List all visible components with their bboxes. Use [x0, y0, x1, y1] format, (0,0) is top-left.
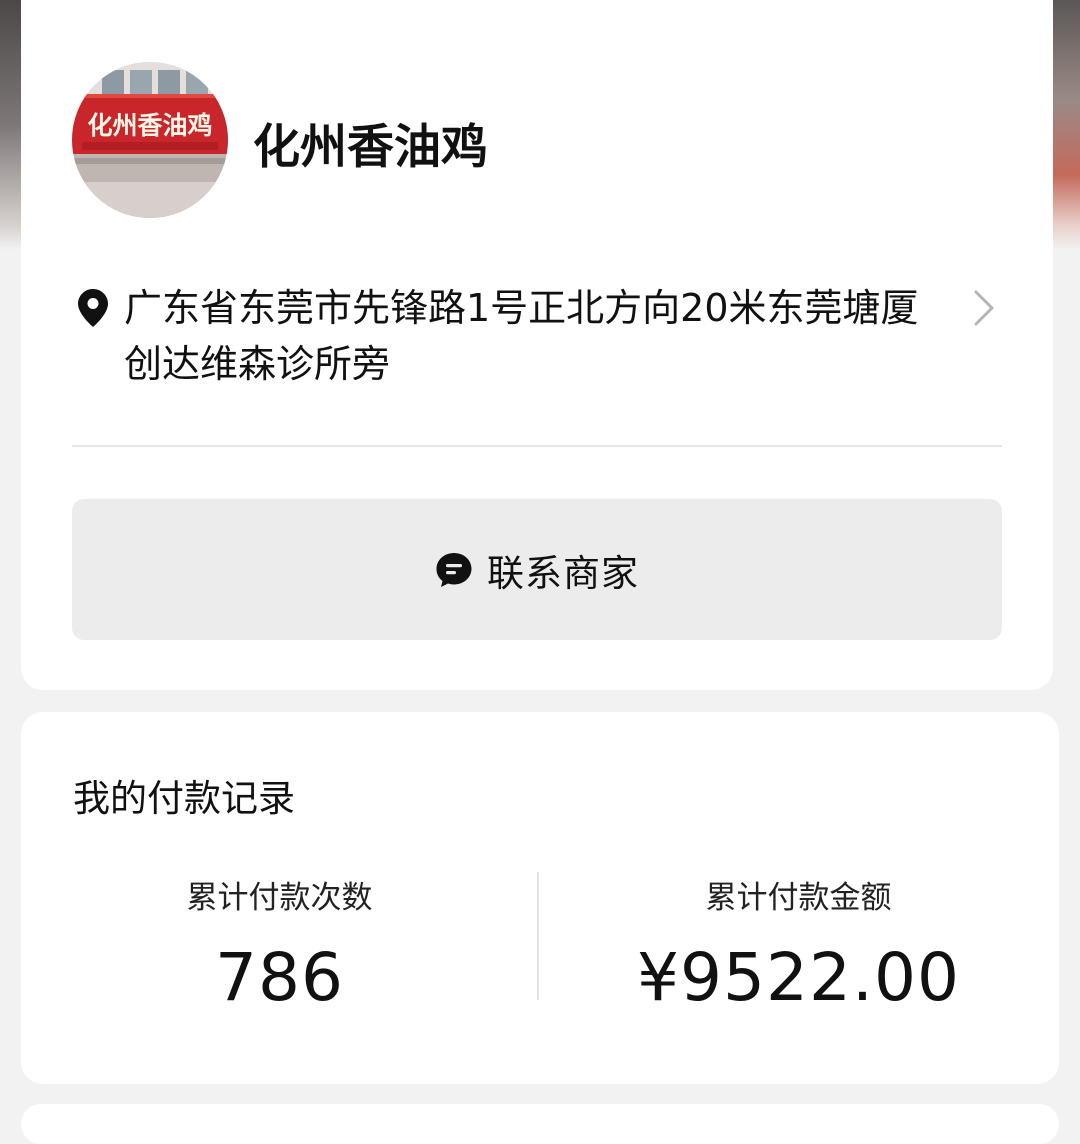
payment-amount-stat: 累计付款金额 ¥9522.00: [538, 872, 1059, 1016]
merchant-card: 化州香油鸡 化州香油鸡 广东省东莞市先锋路1号正北方向20米东莞塘厦创达维森诊所…: [21, 0, 1053, 690]
payment-record-title: 我的付款记录: [73, 777, 295, 820]
storefront-photo-icon: 化州香油鸡: [72, 62, 228, 218]
payment-count-label: 累计付款次数: [186, 880, 373, 916]
payment-count-stat: 累计付款次数 786: [21, 872, 538, 1016]
contact-merchant-label: 联系商家: [487, 551, 639, 595]
next-card-peek: [21, 1104, 1059, 1144]
merchant-avatar: 化州香油鸡: [72, 62, 228, 218]
background-photo-right: [1052, 0, 1080, 250]
chevron-right-icon: [974, 290, 994, 326]
payment-amount-label: 累计付款金额: [705, 880, 892, 916]
background-photo-left: [0, 0, 22, 250]
payment-amount-value: ¥9522.00: [637, 939, 960, 1016]
location-pin-icon: [78, 289, 108, 327]
divider: [72, 445, 1002, 447]
merchant-name: 化州香油鸡: [253, 120, 488, 175]
contact-merchant-button[interactable]: 联系商家: [72, 499, 1002, 640]
payment-count-value: 786: [215, 939, 344, 1016]
merchant-address: 广东省东莞市先锋路1号正北方向20米东莞塘厦创达维森诊所旁: [124, 286, 919, 386]
payment-record-card: 我的付款记录 累计付款次数 786 累计付款金额 ¥9522.00: [21, 712, 1059, 1084]
avatar-sign-text: 化州香油鸡: [87, 111, 212, 140]
chat-bubble-icon: [436, 552, 472, 587]
